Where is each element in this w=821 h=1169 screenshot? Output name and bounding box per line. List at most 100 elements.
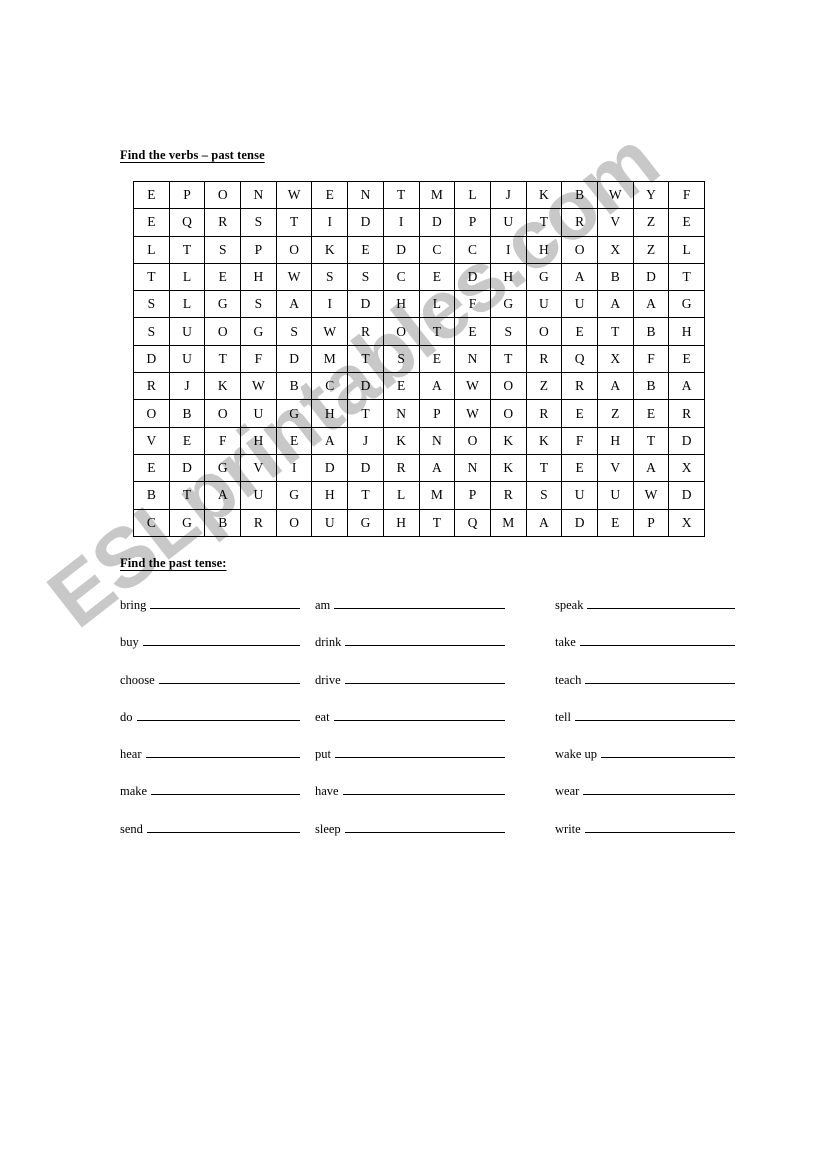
- wordsearch-cell[interactable]: A: [561, 262, 598, 292]
- wordsearch-cell[interactable]: O: [275, 235, 313, 264]
- wordsearch-cell[interactable]: L: [382, 481, 420, 510]
- wordsearch-cell[interactable]: R: [382, 453, 420, 483]
- verb-answer-blank[interactable]: [151, 782, 300, 796]
- verb-answer-blank[interactable]: [158, 671, 300, 684]
- wordsearch-cell[interactable]: N: [240, 180, 277, 210]
- wordsearch-cell[interactable]: N: [347, 180, 384, 210]
- wordsearch-cell[interactable]: E: [204, 262, 242, 292]
- verb-answer-blank[interactable]: [334, 596, 505, 609]
- wordsearch-cell[interactable]: R: [525, 344, 563, 374]
- verb-answer-blank[interactable]: [601, 745, 735, 759]
- verb-answer-blank[interactable]: [333, 708, 505, 721]
- wordsearch-cell[interactable]: O: [382, 317, 420, 346]
- wordsearch-cell[interactable]: T: [525, 208, 563, 237]
- wordsearch-cell[interactable]: D: [347, 208, 384, 237]
- wordsearch-cell[interactable]: X: [668, 453, 705, 483]
- wordsearch-cell[interactable]: D: [347, 453, 384, 483]
- wordsearch-cell[interactable]: B: [275, 372, 313, 401]
- wordsearch-cell[interactable]: D: [347, 290, 384, 319]
- wordsearch-cell[interactable]: F: [632, 344, 670, 374]
- wordsearch-cell[interactable]: D: [561, 508, 598, 537]
- wordsearch-cell[interactable]: A: [525, 508, 563, 537]
- wordsearch-cell[interactable]: T: [668, 262, 705, 292]
- wordsearch-cell[interactable]: E: [561, 317, 598, 346]
- wordsearch-cell[interactable]: E: [382, 372, 420, 401]
- verb-answer-blank[interactable]: [574, 708, 735, 721]
- wordsearch-cell[interactable]: E: [418, 262, 456, 292]
- wordsearch-cell[interactable]: U: [561, 290, 598, 319]
- wordsearch-cell[interactable]: A: [275, 290, 313, 319]
- wordsearch-cell[interactable]: N: [382, 399, 420, 428]
- wordsearch-cell[interactable]: D: [454, 262, 491, 292]
- wordsearch-cell[interactable]: T: [168, 481, 206, 510]
- wordsearch-cell[interactable]: K: [204, 372, 242, 401]
- wordsearch-cell[interactable]: P: [240, 235, 277, 264]
- wordsearch-cell[interactable]: S: [240, 290, 277, 319]
- wordsearch-cell[interactable]: V: [133, 426, 170, 455]
- wordsearch-cell[interactable]: Q: [168, 208, 206, 237]
- wordsearch-cell[interactable]: C: [382, 262, 420, 292]
- wordsearch-cell[interactable]: F: [240, 344, 277, 374]
- wordsearch-cell[interactable]: R: [489, 481, 527, 510]
- verb-answer-blank[interactable]: [344, 671, 505, 684]
- wordsearch-cell[interactable]: I: [489, 235, 527, 264]
- wordsearch-cell[interactable]: J: [489, 180, 527, 210]
- wordsearch-cell[interactable]: S: [382, 344, 420, 374]
- wordsearch-cell[interactable]: D: [133, 344, 170, 374]
- wordsearch-cell[interactable]: X: [596, 235, 634, 264]
- wordsearch-cell[interactable]: O: [204, 180, 242, 210]
- verb-answer-blank[interactable]: [587, 596, 735, 609]
- wordsearch-cell[interactable]: N: [418, 426, 456, 455]
- wordsearch-cell[interactable]: P: [418, 399, 456, 428]
- wordsearch-cell[interactable]: U: [240, 399, 277, 428]
- wordsearch-cell[interactable]: V: [596, 453, 634, 483]
- verb-answer-blank[interactable]: [342, 782, 505, 796]
- wordsearch-cell[interactable]: B: [561, 180, 598, 210]
- wordsearch-cell[interactable]: T: [347, 481, 384, 510]
- wordsearch-cell[interactable]: L: [133, 235, 170, 264]
- wordsearch-cell[interactable]: E: [133, 180, 170, 210]
- wordsearch-cell[interactable]: V: [240, 453, 277, 483]
- wordsearch-cell[interactable]: K: [311, 235, 349, 264]
- verb-answer-blank[interactable]: [142, 633, 300, 647]
- wordsearch-cell[interactable]: A: [668, 372, 705, 401]
- wordsearch-cell[interactable]: T: [347, 344, 384, 374]
- wordsearch-cell[interactable]: I: [311, 290, 349, 319]
- wordsearch-cell[interactable]: C: [311, 372, 349, 401]
- wordsearch-cell[interactable]: N: [454, 453, 491, 483]
- wordsearch-cell[interactable]: E: [561, 453, 598, 483]
- wordsearch-cell[interactable]: J: [168, 372, 206, 401]
- wordsearch-cell[interactable]: R: [347, 317, 384, 346]
- wordsearch-cell[interactable]: B: [133, 481, 170, 510]
- wordsearch-cell[interactable]: D: [311, 453, 349, 483]
- wordsearch-cell[interactable]: E: [168, 426, 206, 455]
- wordsearch-cell[interactable]: D: [668, 426, 705, 455]
- verb-answer-blank[interactable]: [579, 633, 735, 647]
- wordsearch-cell[interactable]: T: [275, 208, 313, 237]
- wordsearch-cell[interactable]: F: [204, 426, 242, 455]
- wordsearch-cell[interactable]: B: [632, 372, 670, 401]
- wordsearch-cell[interactable]: U: [489, 208, 527, 237]
- wordsearch-cell[interactable]: G: [489, 290, 527, 319]
- wordsearch-cell[interactable]: R: [240, 508, 277, 537]
- wordsearch-cell[interactable]: T: [489, 344, 527, 374]
- wordsearch-cell[interactable]: X: [596, 344, 634, 374]
- wordsearch-cell[interactable]: A: [418, 372, 456, 401]
- wordsearch-cell[interactable]: G: [525, 262, 563, 292]
- wordsearch-cell[interactable]: Y: [632, 180, 670, 210]
- wordsearch-cell[interactable]: G: [168, 508, 206, 537]
- wordsearch-cell[interactable]: F: [668, 180, 705, 210]
- wordsearch-cell[interactable]: G: [668, 290, 705, 319]
- wordsearch-cell[interactable]: B: [204, 508, 242, 537]
- wordsearch-cell[interactable]: E: [561, 399, 598, 428]
- wordsearch-cell[interactable]: L: [668, 235, 705, 264]
- wordsearch-cell[interactable]: G: [275, 481, 313, 510]
- wordsearch-cell[interactable]: G: [347, 508, 384, 537]
- wordsearch-cell[interactable]: H: [382, 290, 420, 319]
- wordsearch-cell[interactable]: E: [133, 453, 170, 483]
- wordsearch-cell[interactable]: S: [311, 262, 349, 292]
- wordsearch-cell[interactable]: T: [418, 508, 456, 537]
- wordsearch-cell[interactable]: R: [561, 372, 598, 401]
- wordsearch-cell[interactable]: U: [596, 481, 634, 510]
- wordsearch-cell[interactable]: E: [311, 180, 349, 210]
